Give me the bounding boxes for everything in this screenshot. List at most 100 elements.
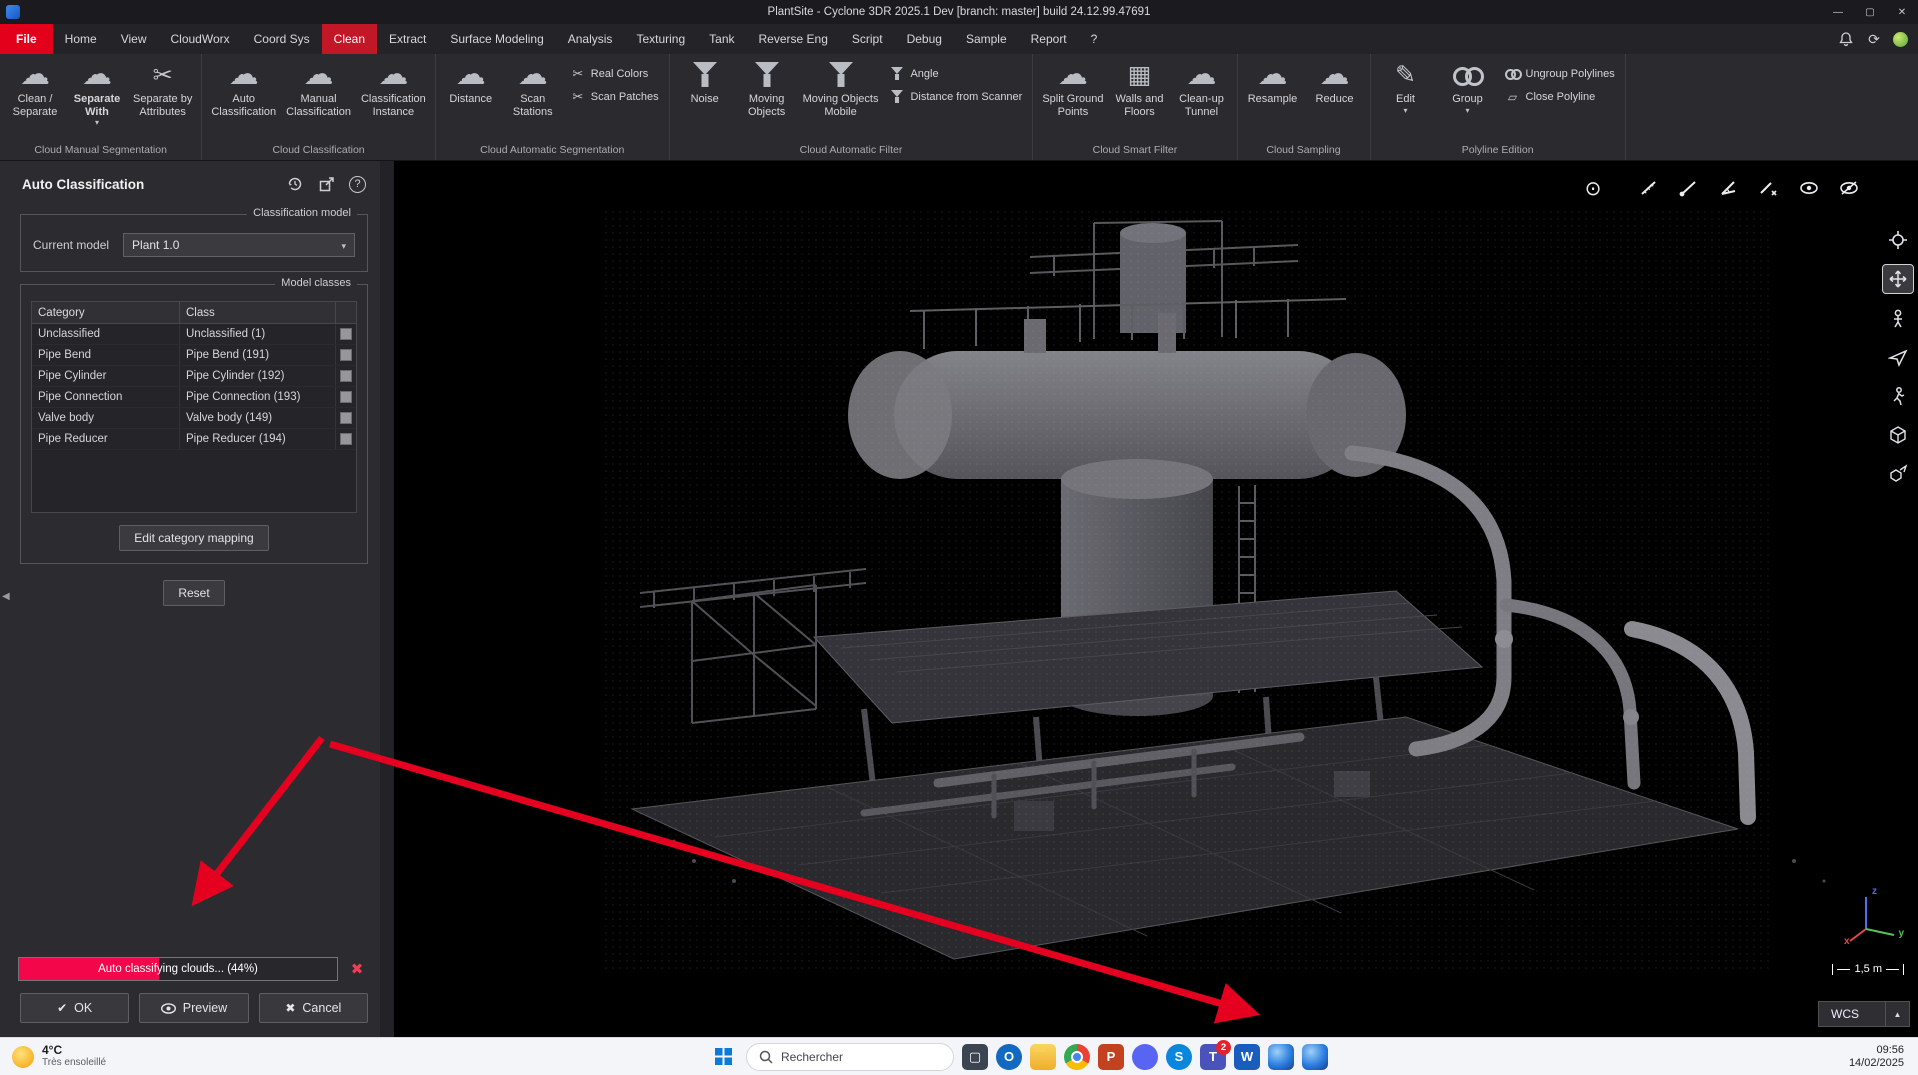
color-swatch[interactable] bbox=[340, 328, 352, 340]
walls-and-floors-button[interactable]: Walls and Floors bbox=[1109, 54, 1171, 143]
real-colors-button[interactable]: Real Colors bbox=[570, 66, 648, 81]
chevron-up-icon[interactable] bbox=[1885, 1002, 1909, 1026]
notifications-bell-icon[interactable] bbox=[1837, 30, 1855, 48]
tab-view[interactable]: View bbox=[109, 24, 159, 54]
table-row[interactable]: Pipe Connection Pipe Connection (193) bbox=[32, 387, 356, 408]
tab-file[interactable]: File bbox=[0, 24, 53, 54]
color-swatch[interactable] bbox=[340, 433, 352, 445]
taskbar-icon-chrome[interactable] bbox=[1064, 1044, 1090, 1070]
taskbar-icon-file-explorer[interactable] bbox=[1030, 1044, 1056, 1070]
clean-separate-button[interactable]: Clean / Separate bbox=[4, 54, 66, 143]
table-row[interactable]: Unclassified Unclassified (1) bbox=[32, 324, 356, 345]
edit-polyline-button[interactable]: Edit bbox=[1375, 54, 1437, 143]
fly-through-icon[interactable] bbox=[1882, 342, 1914, 372]
cancel-progress-icon[interactable] bbox=[344, 960, 370, 978]
view-export-icon[interactable] bbox=[1882, 459, 1914, 489]
walk-mode-icon[interactable] bbox=[1882, 381, 1914, 411]
clear-measures-icon[interactable] bbox=[1754, 175, 1784, 201]
account-status-icon[interactable] bbox=[1893, 32, 1908, 47]
panel-collapse-handle[interactable] bbox=[2, 591, 10, 602]
color-swatch[interactable] bbox=[340, 370, 352, 382]
taskbar-icon-skype[interactable]: S bbox=[1166, 1044, 1192, 1070]
wcs-selector[interactable]: WCS bbox=[1818, 1001, 1910, 1027]
measure-distance-icon[interactable] bbox=[1634, 175, 1664, 201]
tab-report[interactable]: Report bbox=[1019, 24, 1079, 54]
tab-analysis[interactable]: Analysis bbox=[556, 24, 625, 54]
close-button[interactable]: ✕ bbox=[1886, 0, 1918, 24]
first-person-view-icon[interactable] bbox=[1882, 303, 1914, 333]
sync-icon[interactable] bbox=[1865, 30, 1883, 48]
distance-button[interactable]: Distance bbox=[440, 54, 502, 143]
taskbar-icon-outlook[interactable]: O bbox=[996, 1044, 1022, 1070]
taskbar-icon-powerpoint[interactable]: P bbox=[1098, 1044, 1124, 1070]
start-button[interactable] bbox=[708, 1042, 738, 1072]
tab-clean[interactable]: Clean bbox=[322, 24, 377, 54]
pan-tool-icon[interactable] bbox=[1882, 264, 1914, 294]
noise-button[interactable]: Noise bbox=[674, 54, 736, 143]
moving-objects-mobile-button[interactable]: Moving Objects Mobile bbox=[798, 54, 884, 143]
tab-help[interactable]: ? bbox=[1079, 24, 1110, 54]
tab-home[interactable]: Home bbox=[53, 24, 109, 54]
help-icon[interactable] bbox=[349, 176, 366, 193]
taskbar-icon-word[interactable]: W bbox=[1234, 1044, 1260, 1070]
separate-with-button[interactable]: Separate With bbox=[66, 54, 128, 143]
preview-button[interactable]: Preview bbox=[139, 993, 248, 1023]
measure-point-icon[interactable] bbox=[1674, 175, 1704, 201]
taskbar-icon-discord[interactable] bbox=[1132, 1044, 1158, 1070]
clean-up-tunnel-button[interactable]: Clean-up Tunnel bbox=[1171, 54, 1233, 143]
tab-cloudworx[interactable]: CloudWorx bbox=[158, 24, 241, 54]
moving-objects-button[interactable]: Moving Objects bbox=[736, 54, 798, 143]
separate-by-attributes-button[interactable]: Separate by Attributes bbox=[128, 54, 197, 143]
scan-stations-button[interactable]: Scan Stations bbox=[502, 54, 564, 143]
tab-script[interactable]: Script bbox=[840, 24, 895, 54]
table-row[interactable]: Pipe Cylinder Pipe Cylinder (192) bbox=[32, 366, 356, 387]
taskbar-icon-cyclone-viewer[interactable] bbox=[1302, 1044, 1328, 1070]
center-view-icon[interactable] bbox=[1578, 175, 1608, 201]
classification-instance-button[interactable]: Classification Instance bbox=[356, 54, 431, 143]
show-annotations-icon[interactable] bbox=[1794, 175, 1824, 201]
maximize-button[interactable]: ▢ bbox=[1854, 0, 1886, 24]
split-ground-points-button[interactable]: Split Ground Points bbox=[1037, 54, 1108, 143]
minimize-button[interactable]: — bbox=[1822, 0, 1854, 24]
table-row[interactable]: Pipe Reducer Pipe Reducer (194) bbox=[32, 429, 356, 450]
tab-extract[interactable]: Extract bbox=[377, 24, 438, 54]
export-icon[interactable] bbox=[317, 174, 337, 194]
viewport-3d[interactable]: z x y 1,5 m WCS bbox=[394, 161, 1918, 1037]
column-header-category[interactable]: Category bbox=[32, 302, 180, 323]
tab-sample[interactable]: Sample bbox=[954, 24, 1019, 54]
tab-debug[interactable]: Debug bbox=[895, 24, 954, 54]
color-swatch[interactable] bbox=[340, 391, 352, 403]
search-input[interactable]: Rechercher bbox=[746, 1043, 954, 1071]
current-model-select[interactable]: Plant 1.0 bbox=[123, 233, 355, 257]
auto-classification-button[interactable]: Auto Classification bbox=[206, 54, 281, 143]
iso-cube-view-icon[interactable] bbox=[1882, 420, 1914, 450]
close-polyline-button[interactable]: Close Polyline bbox=[1505, 89, 1596, 104]
hide-annotations-icon[interactable] bbox=[1834, 175, 1864, 201]
taskbar-icon-teams[interactable]: T 2 bbox=[1200, 1044, 1226, 1070]
tab-reverse-eng[interactable]: Reverse Eng bbox=[747, 24, 840, 54]
taskbar-icon-cyclone-3dr[interactable] bbox=[1268, 1044, 1294, 1070]
tab-surface-modeling[interactable]: Surface Modeling bbox=[438, 24, 555, 54]
angle-button[interactable]: Angle bbox=[889, 66, 938, 81]
reset-button[interactable]: Reset bbox=[163, 580, 224, 606]
scan-patches-button[interactable]: Scan Patches bbox=[570, 89, 659, 104]
manual-classification-button[interactable]: Manual Classification bbox=[281, 54, 356, 143]
taskbar-icon-desktop-app[interactable]: ▢ bbox=[962, 1044, 988, 1070]
edit-category-mapping-button[interactable]: Edit category mapping bbox=[119, 525, 268, 551]
measure-angle-icon[interactable] bbox=[1714, 175, 1744, 201]
resample-button[interactable]: Resample bbox=[1242, 54, 1304, 143]
cancel-button[interactable]: Cancel bbox=[259, 993, 368, 1023]
weather-widget[interactable]: 4°C Très ensoleillé bbox=[0, 1044, 230, 1069]
column-header-class[interactable]: Class bbox=[180, 302, 336, 323]
ok-button[interactable]: OK bbox=[20, 993, 129, 1023]
tab-coord-sys[interactable]: Coord Sys bbox=[242, 24, 322, 54]
tab-texturing[interactable]: Texturing bbox=[624, 24, 697, 54]
reduce-button[interactable]: Reduce bbox=[1304, 54, 1366, 143]
table-row[interactable]: Valve body Valve body (149) bbox=[32, 408, 356, 429]
history-icon[interactable] bbox=[285, 174, 305, 194]
ungroup-polylines-button[interactable]: Ungroup Polylines bbox=[1505, 66, 1615, 81]
taskbar-clock[interactable]: 09:56 14/02/2025 bbox=[1806, 1044, 1918, 1070]
group-polylines-button[interactable]: Group bbox=[1437, 54, 1499, 143]
tab-tank[interactable]: Tank bbox=[697, 24, 746, 54]
table-row[interactable]: Pipe Bend Pipe Bend (191) bbox=[32, 345, 356, 366]
